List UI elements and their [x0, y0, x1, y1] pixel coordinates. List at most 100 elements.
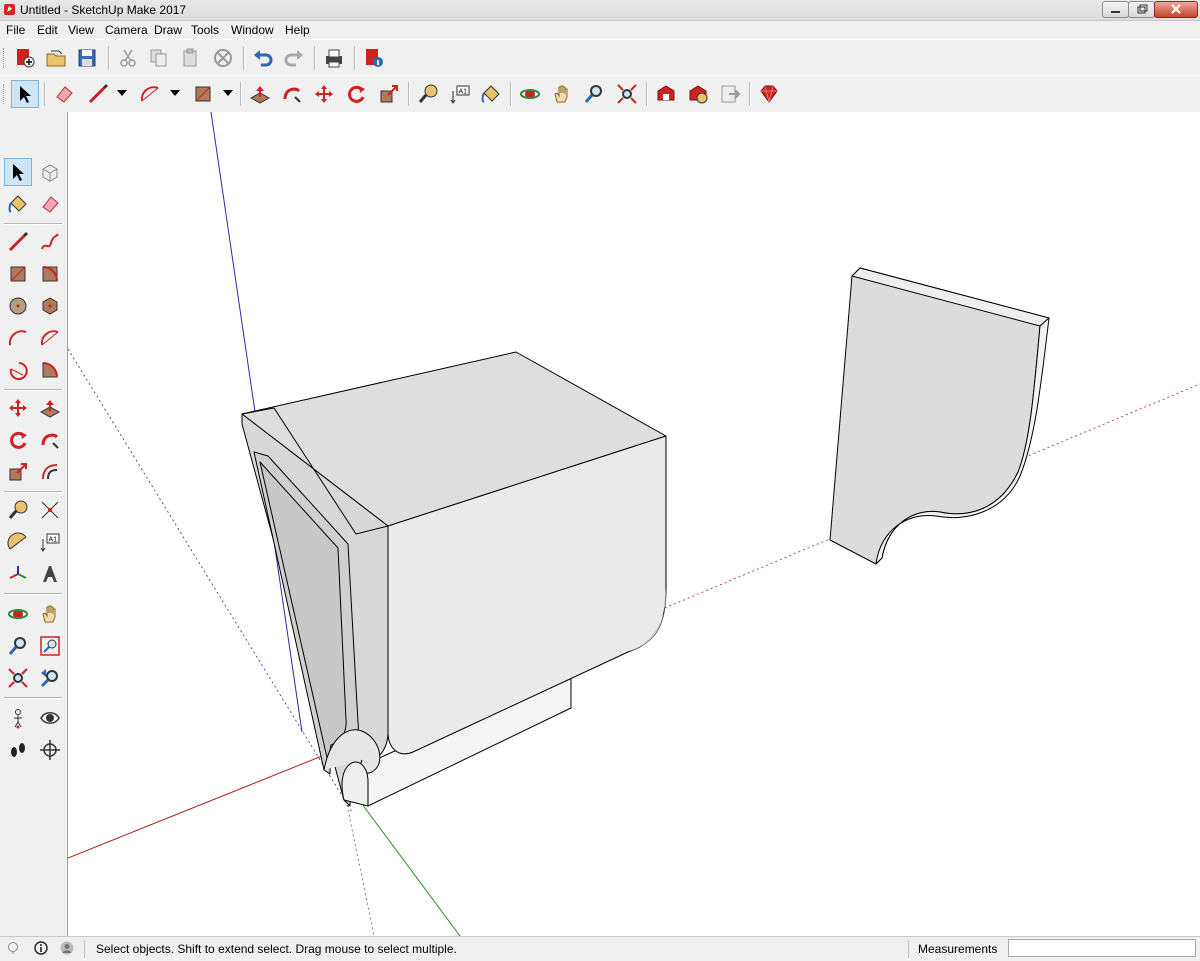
undo-button[interactable] — [249, 44, 277, 72]
left-protractor-tool[interactable] — [4, 528, 32, 556]
rectangle-dropdown-arrow[interactable] — [223, 90, 233, 96]
follow-me-tool-button[interactable] — [278, 80, 306, 108]
layout-button[interactable] — [716, 80, 744, 108]
close-button[interactable] — [1154, 1, 1198, 18]
open-button[interactable] — [42, 44, 70, 72]
copy-icon — [150, 49, 167, 67]
menu-window[interactable]: Window — [231, 23, 274, 37]
tool-separator — [4, 491, 62, 493]
left-make-component-tool[interactable] — [36, 158, 64, 186]
minimize-button[interactable] — [1102, 1, 1129, 18]
left-3point-arc-tool[interactable] — [4, 356, 32, 384]
rotate-tool-button[interactable] — [342, 80, 370, 108]
left-walk-tool[interactable] — [4, 736, 32, 764]
left-freehand-tool[interactable] — [36, 228, 64, 256]
cut-button[interactable] — [114, 44, 142, 72]
move-tool-button[interactable] — [310, 80, 338, 108]
left-orbit-tool[interactable] — [4, 600, 32, 628]
toolbar-grip[interactable] — [3, 84, 7, 104]
menu-tools[interactable]: Tools — [191, 23, 219, 37]
user-account-icon[interactable] — [60, 941, 74, 955]
redo-button[interactable] — [280, 44, 308, 72]
menu-view[interactable]: View — [68, 23, 94, 37]
status-divider — [84, 940, 85, 958]
undo-icon — [254, 50, 273, 67]
status-message: Select objects. Shift to extend select. … — [96, 942, 457, 956]
left-rectangle-tool[interactable] — [4, 260, 32, 288]
left-follow-me-tool[interactable] — [36, 426, 64, 454]
left-push-pull-tool[interactable] — [36, 394, 64, 422]
left-text-tool[interactable]: A1 — [36, 528, 64, 556]
circle-icon — [9, 297, 27, 315]
left-move-tool[interactable] — [4, 394, 32, 422]
eraser-tool-button[interactable] — [50, 80, 78, 108]
left-circle-tool[interactable] — [4, 292, 32, 320]
left-rotated-rectangle-tool[interactable] — [36, 260, 64, 288]
menu-draw[interactable]: Draw — [154, 23, 182, 37]
scale-tool-button[interactable] — [375, 80, 403, 108]
left-scale-tool[interactable] — [4, 458, 32, 486]
left-pie-tool[interactable] — [36, 356, 64, 384]
restore-button[interactable] — [1128, 1, 1155, 18]
zoom-extents-tool-button[interactable] — [613, 80, 641, 108]
new-model-button[interactable] — [11, 44, 39, 72]
save-button[interactable] — [73, 44, 101, 72]
rectangle-tool-button[interactable] — [189, 80, 217, 108]
left-previous-view-tool[interactable] — [36, 664, 64, 692]
measurements-input[interactable] — [1008, 939, 1196, 957]
pan-tool-button[interactable] — [548, 80, 576, 108]
left-rotate-tool[interactable] — [4, 426, 32, 454]
arc-tool-button[interactable] — [136, 80, 164, 108]
left-axes-tool[interactable] — [4, 560, 32, 588]
left-dimension-tool[interactable] — [36, 496, 64, 524]
menu-file[interactable]: File — [6, 23, 25, 37]
extension-warehouse-button[interactable] — [684, 80, 712, 108]
menu-edit[interactable]: Edit — [37, 23, 58, 37]
left-polygon-tool[interactable] — [36, 292, 64, 320]
left-zoom-extents-tool[interactable] — [4, 664, 32, 692]
menu-camera[interactable]: Camera — [105, 23, 148, 37]
left-3d-text-tool[interactable] — [36, 560, 64, 588]
modeling-viewport[interactable] — [68, 112, 1200, 936]
text-tool-button[interactable]: A1 — [446, 80, 474, 108]
select-tool-button[interactable] — [11, 80, 39, 108]
left-section-plane-tool[interactable] — [36, 736, 64, 764]
zoom-tool-button[interactable] — [580, 80, 608, 108]
line-tool-button[interactable] — [84, 80, 112, 108]
eraser-icon — [56, 86, 73, 103]
menu-help[interactable]: Help — [285, 23, 310, 37]
orbit-tool-button[interactable] — [516, 80, 544, 108]
left-paint-bucket-tool[interactable] — [4, 190, 32, 218]
bracket-profile-model[interactable] — [829, 267, 1050, 565]
left-look-around-tool[interactable] — [36, 704, 64, 732]
print-button[interactable] — [320, 44, 348, 72]
model-info-button[interactable] — [360, 44, 388, 72]
left-2point-arc-tool[interactable] — [36, 324, 64, 352]
toolbar-grip[interactable] — [3, 48, 7, 68]
left-line-tool[interactable] — [4, 228, 32, 256]
line-dropdown-arrow[interactable] — [117, 90, 127, 96]
left-pan-tool[interactable] — [36, 600, 64, 628]
left-tape-measure-tool[interactable] — [4, 496, 32, 524]
ruby-console-button[interactable] — [755, 80, 783, 108]
paint-bucket-tool-button[interactable] — [477, 80, 505, 108]
arc-dropdown-arrow[interactable] — [170, 90, 180, 96]
copy-button[interactable] — [145, 44, 173, 72]
bracket-model[interactable] — [241, 351, 667, 807]
erase-button[interactable] — [209, 44, 237, 72]
left-select-tool[interactable] — [4, 158, 32, 186]
left-offset-tool[interactable] — [36, 458, 64, 486]
left-arc-tool[interactable] — [4, 324, 32, 352]
warehouse-button[interactable] — [652, 80, 680, 108]
left-position-camera-tool[interactable] — [4, 704, 32, 732]
offset-icon — [42, 464, 58, 480]
left-zoom-tool[interactable] — [4, 632, 32, 660]
credits-icon[interactable] — [34, 941, 48, 955]
left-zoom-window-tool[interactable] — [36, 632, 64, 660]
scene-canvas[interactable] — [68, 112, 1200, 936]
push-pull-tool-button[interactable] — [246, 80, 274, 108]
left-eraser-tool[interactable] — [36, 190, 64, 218]
paste-button[interactable] — [176, 44, 204, 72]
tape-measure-tool-button[interactable] — [414, 80, 442, 108]
geo-location-icon[interactable] — [6, 941, 20, 955]
